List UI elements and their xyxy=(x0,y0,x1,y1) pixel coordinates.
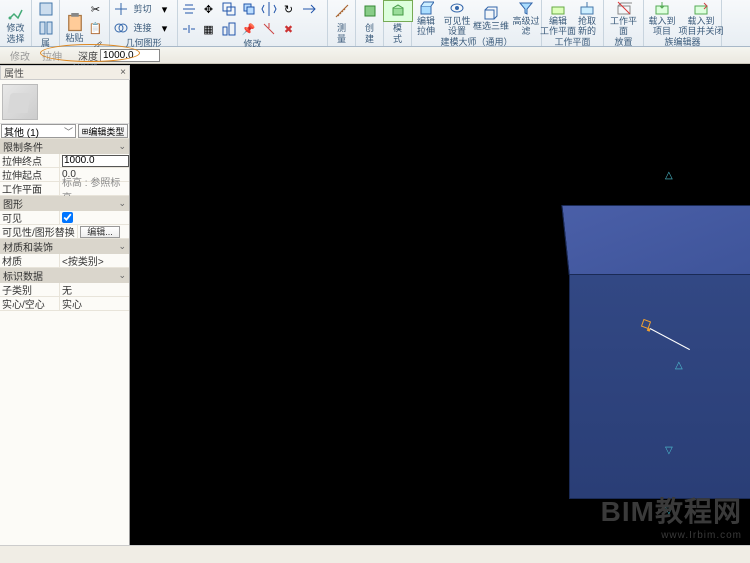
copy2-icon[interactable] xyxy=(240,0,258,18)
collapse-icon: ⌄ xyxy=(118,241,126,252)
depth-input[interactable] xyxy=(100,49,160,62)
shape-top-face xyxy=(561,205,750,275)
cope-icon[interactable] xyxy=(112,0,130,18)
paste-button[interactable]: 粘贴 xyxy=(65,13,85,43)
properties-panel: 其他 (1)﹀ ⊞ 编辑类型 限制条件⌄ 拉伸终点 拉伸起点0.0 工作平面标高… xyxy=(0,80,130,545)
edit-extrude[interactable]: 编辑 拉伸 xyxy=(411,0,441,36)
edit-type-button[interactable]: ⊞ 编辑类型 xyxy=(78,124,128,138)
end-input[interactable] xyxy=(62,155,129,167)
material-value[interactable]: <按类别> xyxy=(60,254,129,267)
watermark-url: www.Irbim.com xyxy=(601,530,742,541)
subcat-label: 子类别 xyxy=(0,283,60,296)
control-down-icon[interactable]: △ xyxy=(665,445,673,456)
group-select: 选择 xyxy=(3,33,28,46)
group-create: 创建 xyxy=(359,22,380,46)
override-label: 可见性/图形替换 xyxy=(0,225,78,238)
viewport-3d[interactable]: △ △ △ △ △ △ xyxy=(130,80,750,545)
load-project[interactable]: 载入到 项目 xyxy=(644,0,680,36)
ribbon: 修改 选择 属性 粘贴 ✂ 📋 🖌 剪贴板 剪切 ▾ 连 xyxy=(0,0,750,47)
create-icon[interactable] xyxy=(355,0,385,22)
section-identity[interactable]: 标识数据⌄ xyxy=(0,268,129,283)
delete-icon[interactable]: ✖ xyxy=(280,20,298,38)
status-bar xyxy=(0,545,750,563)
collapse-icon: ⌄ xyxy=(118,270,126,281)
group-measure: 测量 xyxy=(331,22,352,46)
scale-icon[interactable] xyxy=(220,20,238,38)
array-icon[interactable]: ▦ xyxy=(200,20,218,38)
move-icon[interactable]: ✥ xyxy=(200,0,218,18)
split-icon[interactable] xyxy=(180,20,198,38)
solid-label: 实心/空心 xyxy=(0,297,60,310)
visibility-settings[interactable]: 可见性 设置 xyxy=(442,0,472,36)
section-materials[interactable]: 材质和装饰⌄ xyxy=(0,239,129,254)
cut-icon[interactable]: ✂ xyxy=(87,0,105,18)
depth-label: 深度 xyxy=(78,48,100,63)
tab-modify[interactable]: 修改 xyxy=(4,48,36,63)
section-constraint[interactable]: 限制条件⌄ xyxy=(0,139,129,154)
wp-label: 工作平面 xyxy=(0,182,60,195)
properties-tab[interactable]: 属性 × xyxy=(0,65,130,80)
solid-value[interactable]: 实心 xyxy=(60,297,129,310)
collapse-icon: ⌄ xyxy=(118,141,126,152)
cut-label: 剪切 xyxy=(131,4,155,14)
join-arrow-icon[interactable]: ▾ xyxy=(156,19,174,37)
pick-new[interactable]: 抢取 新的 xyxy=(573,0,601,36)
mode-icon[interactable] xyxy=(383,0,413,22)
section-graphics[interactable]: 图形⌄ xyxy=(0,196,129,211)
subcat-value[interactable]: 无 xyxy=(60,283,129,296)
rotate-icon[interactable]: ↻ xyxy=(280,0,298,18)
preview-thumb-icon xyxy=(2,84,38,120)
watermark: BIM教程网 www.Irbim.com xyxy=(601,490,742,541)
edit-wp[interactable]: 编辑 工作平面 xyxy=(544,0,572,36)
adv-filter[interactable]: 高级过滤 xyxy=(510,0,542,36)
start-label: 拉伸起点 xyxy=(0,168,60,181)
cursor-ray xyxy=(650,328,690,350)
modify-label: 修改 xyxy=(6,23,24,33)
offset-icon[interactable] xyxy=(220,0,238,18)
end-label: 拉伸终点 xyxy=(0,154,60,167)
trim-icon[interactable] xyxy=(300,0,318,18)
collapse-icon: ⌄ xyxy=(118,198,126,209)
type-selector[interactable]: 其他 (1)﹀ xyxy=(1,124,76,138)
shape-front-face xyxy=(569,274,750,499)
align-icon[interactable] xyxy=(180,0,198,18)
options-bar: 修改 拉伸 深度 xyxy=(0,47,750,64)
type-preview xyxy=(0,80,129,124)
override-button[interactable]: 编辑... xyxy=(80,226,120,238)
wp-value: 标高 : 参照标高 xyxy=(60,182,129,195)
join-icon[interactable] xyxy=(112,19,130,37)
visible-checkbox[interactable] xyxy=(62,212,73,223)
close-icon[interactable]: × xyxy=(120,67,126,78)
copy-icon[interactable]: 📋 xyxy=(87,19,105,37)
place-wp[interactable]: 工作平面 xyxy=(607,0,640,36)
mirror-icon[interactable] xyxy=(260,0,278,18)
props-icon2[interactable] xyxy=(37,19,55,37)
pin-icon[interactable]: 📌 xyxy=(240,20,258,38)
measure-icon[interactable] xyxy=(327,0,357,22)
box-3d[interactable]: 框选三维 xyxy=(473,5,509,31)
props-icon[interactable] xyxy=(37,0,55,18)
cut-geom-icon[interactable]: ▾ xyxy=(156,0,174,18)
properties-title: 属性 xyxy=(4,65,24,80)
cursor-indicator xyxy=(640,320,700,380)
material-label: 材质 xyxy=(0,254,60,267)
group-mode: 模式 xyxy=(387,22,408,46)
load-close[interactable]: 载入到 项目并关闭 xyxy=(681,0,721,36)
control-up-icon[interactable]: △ xyxy=(665,170,673,181)
tab-extrude[interactable]: 拉伸 xyxy=(36,48,68,63)
watermark-title: BIM教程网 xyxy=(601,490,742,530)
chevron-down-icon: ﹀ xyxy=(64,125,73,138)
unpin-icon[interactable] xyxy=(260,20,278,38)
modify-tool[interactable] xyxy=(1,0,31,23)
join-label: 连接 xyxy=(131,23,155,33)
visible-label: 可见 xyxy=(0,211,60,224)
